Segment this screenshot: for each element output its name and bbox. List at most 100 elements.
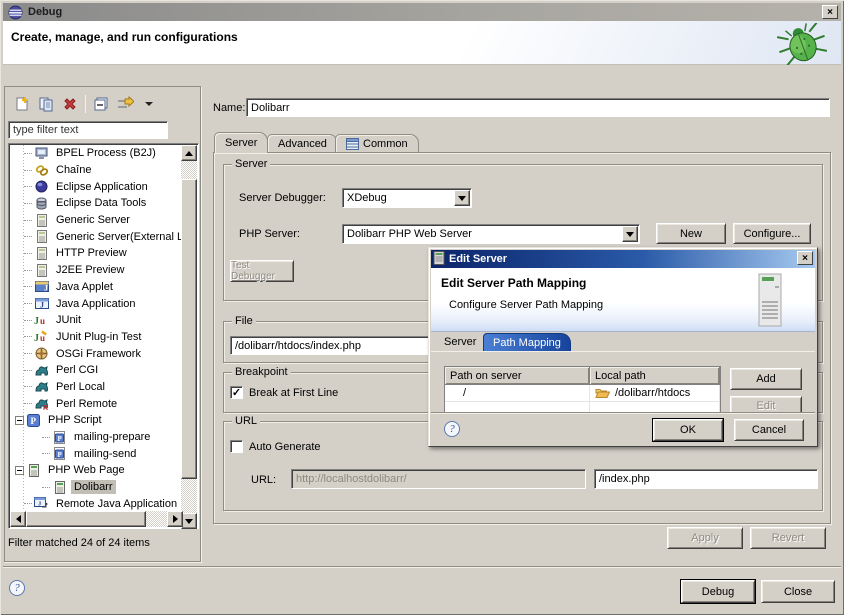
tree-connector [24,386,32,387]
collapse-expander-icon[interactable] [15,466,24,475]
new-server-button[interactable]: New [656,223,726,244]
tree-item-remote-java-application[interactable]: JRemote Java Application [10,495,182,512]
scroll-up-button[interactable] [181,145,197,161]
tree-connector [24,403,32,404]
tree-item-generic-server[interactable]: Generic Server [10,212,182,229]
scroll-down-button[interactable] [181,513,197,529]
php-server-select[interactable]: Dolibarr PHP Web Server [342,224,640,244]
tree-item-cha-ne[interactable]: Chaîne [10,162,182,179]
tab-advanced[interactable]: Advanced [267,134,338,153]
tree-item-java-applet[interactable]: JJava Applet [10,279,182,296]
tree-item-perl-local[interactable]: Perl Local [10,379,182,396]
url-path-input[interactable]: /index.php [594,469,818,489]
edit-server-close-button[interactable]: × [797,251,813,265]
filter-icon[interactable] [116,95,134,113]
tree-item-junit[interactable]: JuJUnit [10,312,182,329]
cancel-button[interactable]: Cancel [734,419,804,441]
dropdown-arrow-icon[interactable] [622,226,638,242]
tree-item-osgi-framework[interactable]: OSGi Framework [10,345,182,362]
break-first-line-checkbox[interactable]: ✓ [230,386,243,399]
tree-item-java-application[interactable]: JJava Application [10,295,182,312]
revert-button[interactable]: Revert [750,527,826,549]
server-debugger-select[interactable]: XDebug [342,188,472,208]
vertical-scroll-thumb[interactable] [181,179,197,479]
tab-common[interactable]: Common [335,134,419,153]
add-mapping-button[interactable]: Add [730,368,802,390]
footer-separator [3,566,841,568]
tree-connector [24,153,32,154]
table-row[interactable]: / /dolibarr/htdocs [445,385,720,402]
url-base-input[interactable]: http://localhostdolibarr/ [291,469,586,489]
column-path-on-server[interactable]: Path on server [445,367,590,385]
help-icon[interactable]: ? [9,580,25,596]
tree-vertical-scrollbar[interactable] [181,145,197,529]
scroll-right-button[interactable] [167,511,183,527]
column-local-path[interactable]: Local path [590,367,720,385]
tree-item-eclipse-data-tools[interactable]: Eclipse Data Tools [10,195,182,212]
tree-horizontal-scrollbar[interactable] [10,511,183,527]
tree-item-generic-server-external-la[interactable]: Generic Server(External La [10,228,182,245]
tree-connector [24,303,32,304]
collapse-all-icon[interactable] [92,95,110,113]
dialog-tab-path-mapping[interactable]: Path Mapping [483,333,571,351]
configure-server-button[interactable]: Configure... [733,223,811,244]
edit-server-dialog: Edit Server × Edit Server Path Mapping C… [428,247,818,447]
local-path-cell: /dolibarr/htdocs [590,385,720,401]
tree-item-mailing-send[interactable]: Pmailing-send [10,445,182,462]
tab-server[interactable]: Server [214,132,268,153]
tree-item-perl-remote[interactable]: RPerl Remote [10,395,182,412]
tree-item-j2ee-preview[interactable]: J2EE Preview [10,262,182,279]
collapse-expander-icon[interactable] [15,416,24,425]
configurations-sidebar: type filter text BPEL Process (B2J)Chaîn… [4,86,201,562]
dialog-tab-server[interactable]: Server [435,333,485,351]
window-titlebar[interactable]: Debug × [3,3,841,21]
new-config-icon[interactable] [13,95,31,113]
test-debugger-button[interactable]: Test Debugger [230,260,294,282]
tree-connector [42,437,50,438]
configurations-tree: BPEL Process (B2J)ChaîneEclipse Applicat… [10,145,182,512]
dropdown-arrow-icon[interactable] [454,190,470,206]
tree-item-bpel-process-b2j[interactable]: BPEL Process (B2J) [10,145,182,162]
tree-item-mailing-prepare[interactable]: Pmailing-prepare [10,429,182,446]
close-button[interactable]: Close [761,580,835,603]
tree-item-php-web-page[interactable]: PHP Web Page [10,462,182,479]
dialog-help-icon[interactable]: ? [444,421,460,437]
name-input[interactable]: Dolibarr [246,98,830,117]
tree-item-label: Perl CGI [53,363,101,377]
chain-icon [34,163,49,177]
tree-item-dolibarr[interactable]: Dolibarr [10,479,182,496]
tree-connector [24,320,32,321]
type-filter-input[interactable]: type filter text [8,121,168,139]
path-mapping-table[interactable]: Path on server Local path / /dolibarr/ht… [444,366,721,414]
tree-item-perl-cgi[interactable]: Perl CGI [10,362,182,379]
edit-server-heading: Edit Server Path Mapping [441,276,586,290]
tree-item-eclipse-application[interactable]: Eclipse Application [10,178,182,195]
remote-java-icon: J [34,497,49,511]
server-window-icon [433,251,445,268]
tree-connector [24,170,32,171]
debug-button[interactable]: Debug [681,580,755,603]
ok-button[interactable]: OK [653,419,723,441]
tree-connector [24,236,32,237]
camel-r-icon: R [34,397,49,411]
tree-item-junit-plug-in-test[interactable]: JuJUnit Plug-in Test [10,329,182,346]
tree-item-label: Perl Local [53,380,108,394]
junit-plugin-icon: Ju [34,330,49,344]
delete-config-icon[interactable] [61,95,79,113]
tree-connector [24,270,32,271]
tree-item-php-script[interactable]: PPHP Script [10,412,182,429]
tree-item-http-preview[interactable]: HTTP Preview [10,245,182,262]
scroll-left-button[interactable] [10,511,26,527]
tree-connector [42,453,50,454]
svg-text:P: P [58,434,63,442]
duplicate-config-icon[interactable] [37,95,55,113]
edit-server-titlebar[interactable]: Edit Server × [431,250,815,268]
toolbar-separator [85,95,86,113]
apply-button[interactable]: Apply [667,527,743,549]
path-mapping-panel: Path on server Local path / /dolibarr/ht… [431,351,815,414]
horizontal-scroll-thumb[interactable] [26,511,146,527]
auto-generate-checkbox[interactable] [230,440,243,453]
tree-item-label: Java Applet [53,280,116,294]
toolbar-menu-arrow-icon[interactable] [140,95,158,113]
window-close-button[interactable]: × [822,5,838,19]
